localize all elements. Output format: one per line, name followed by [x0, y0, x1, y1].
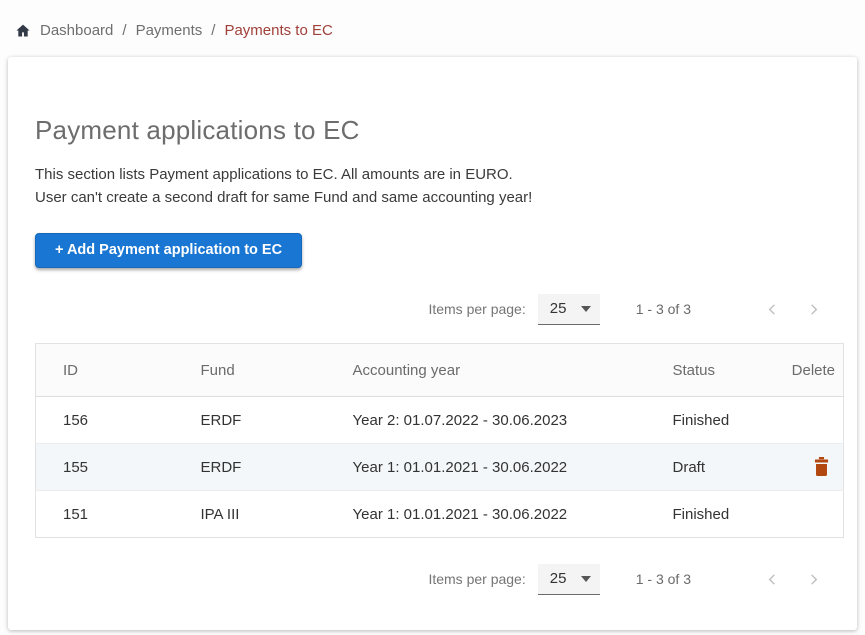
column-header-delete: Delete — [766, 344, 844, 397]
cell-delete — [766, 397, 844, 444]
cell-accounting-year: Year 1: 01.01.2021 - 30.06.2022 — [326, 491, 646, 538]
page-range-label: 1 - 3 of 3 — [636, 571, 691, 587]
breadcrumb-separator: / — [211, 22, 215, 39]
cell-id: 151 — [36, 491, 174, 538]
chevron-left-icon — [765, 302, 780, 317]
column-header-id: ID — [36, 344, 174, 397]
trash-icon — [814, 457, 829, 476]
cell-accounting-year: Year 2: 01.07.2022 - 30.06.2023 — [326, 397, 646, 444]
column-header-status: Status — [646, 344, 766, 397]
table-row: 151 IPA III Year 1: 01.01.2021 - 30.06.2… — [36, 491, 844, 538]
chevron-right-icon — [806, 302, 821, 317]
table-row: 155 ERDF Year 1: 01.01.2021 - 30.06.2022… — [36, 444, 844, 491]
chevron-down-icon — [581, 576, 591, 582]
page-range-label: 1 - 3 of 3 — [636, 301, 691, 317]
items-per-page-label: Items per page: — [428, 301, 525, 317]
breadcrumb: Dashboard / Payments / Payments to EC — [0, 0, 865, 49]
chevron-down-icon — [581, 306, 591, 312]
next-page-button[interactable] — [806, 302, 821, 317]
items-per-page-select[interactable]: 25 — [538, 294, 600, 325]
content-card: Payment applications to EC This section … — [8, 57, 857, 630]
page-title: Payment applications to EC — [35, 115, 843, 146]
breadcrumb-item-payments[interactable]: Payments — [136, 22, 203, 39]
column-header-accounting-year: Accounting year — [326, 344, 646, 397]
chevron-right-icon — [806, 572, 821, 587]
cell-accounting-year: Year 1: 01.01.2021 - 30.06.2022 — [326, 444, 646, 491]
description-line-2: User can't create a second draft for sam… — [35, 186, 843, 209]
cell-delete — [766, 491, 844, 538]
cell-fund: IPA III — [174, 491, 326, 538]
add-payment-application-button[interactable]: + Add Payment application to EC — [35, 233, 302, 268]
cell-delete — [766, 444, 844, 491]
items-per-page-value: 25 — [550, 300, 567, 317]
cell-status: Finished — [646, 491, 766, 538]
paginator-bottom: Items per page: 25 1 - 3 of 3 — [35, 562, 821, 596]
cell-fund: ERDF — [174, 444, 326, 491]
items-per-page-label: Items per page: — [428, 571, 525, 587]
table-body: 156 ERDF Year 2: 01.07.2022 - 30.06.2023… — [36, 397, 844, 538]
payment-applications-table: ID Fund Accounting year Status Delete 15… — [35, 343, 844, 538]
previous-page-button[interactable] — [765, 572, 780, 587]
table-row: 156 ERDF Year 2: 01.07.2022 - 30.06.2023… — [36, 397, 844, 444]
home-icon[interactable] — [15, 23, 31, 38]
previous-page-button[interactable] — [765, 302, 780, 317]
breadcrumb-item-payments-to-ec: Payments to EC — [224, 22, 332, 39]
description-line-1: This section lists Payment applications … — [35, 163, 843, 186]
breadcrumb-separator: / — [122, 22, 126, 39]
items-per-page-value: 25 — [550, 570, 567, 587]
cell-status: Draft — [646, 444, 766, 491]
cell-id: 156 — [36, 397, 174, 444]
cell-fund: ERDF — [174, 397, 326, 444]
cell-id: 155 — [36, 444, 174, 491]
breadcrumb-item-dashboard[interactable]: Dashboard — [40, 22, 113, 39]
column-header-fund: Fund — [174, 344, 326, 397]
paginator-top: Items per page: 25 1 - 3 of 3 — [35, 292, 821, 326]
chevron-left-icon — [765, 572, 780, 587]
delete-button[interactable] — [810, 455, 833, 478]
page-description: This section lists Payment applications … — [35, 163, 843, 209]
items-per-page-select[interactable]: 25 — [538, 564, 600, 595]
table-header: ID Fund Accounting year Status Delete — [36, 344, 844, 397]
cell-status: Finished — [646, 397, 766, 444]
next-page-button[interactable] — [806, 572, 821, 587]
